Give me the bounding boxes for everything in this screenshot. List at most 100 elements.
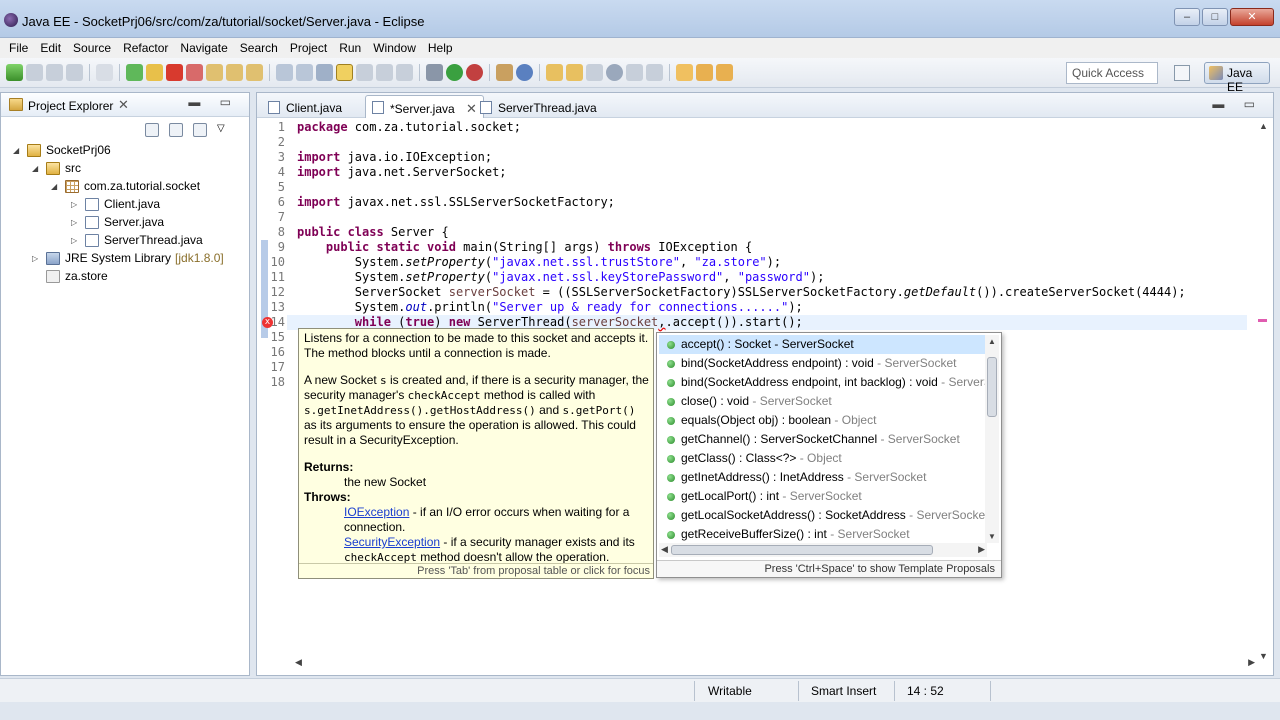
close-view-icon[interactable]: ✕ <box>118 97 129 113</box>
menu-help[interactable]: Help <box>422 41 459 55</box>
ioexception-link[interactable]: IOException <box>344 505 409 519</box>
collapsed-twisty-icon[interactable]: ▷ <box>32 254 42 263</box>
scroll-up-arrow-icon[interactable]: ▲ <box>1259 121 1268 131</box>
print-icon[interactable] <box>66 64 83 81</box>
tree-item-server-java[interactable]: ▷ Server.java <box>71 213 164 231</box>
suspend-icon[interactable] <box>146 64 163 81</box>
collapsed-twisty-icon[interactable]: ▷ <box>71 200 81 209</box>
close-window-button[interactable]: ✕ <box>1230 8 1274 26</box>
collapsed-twisty-icon[interactable]: ▷ <box>71 236 81 245</box>
forward-icon[interactable] <box>716 64 733 81</box>
coverage-icon[interactable] <box>466 64 483 81</box>
proposal-item[interactable]: getInetAddress() : InetAddress - ServerS… <box>659 468 987 487</box>
proposal-item[interactable]: getChannel() : ServerSocketChannel - Ser… <box>659 430 987 449</box>
proposal-item[interactable]: equals(Object obj) : boolean - Object <box>659 411 987 430</box>
menu-project[interactable]: Project <box>284 41 333 55</box>
scroll-right-arrow-icon[interactable]: ▶ <box>1248 657 1255 668</box>
menu-source[interactable]: Source <box>67 41 117 55</box>
new-icon[interactable] <box>6 64 23 81</box>
external-tools-icon[interactable] <box>496 64 513 81</box>
toggle-mark-occurrences-icon[interactable] <box>336 64 353 81</box>
next-annotation-icon[interactable] <box>626 64 643 81</box>
server-icon[interactable] <box>516 64 533 81</box>
proposal-item[interactable]: accept() : Socket - ServerSocket <box>659 335 987 354</box>
tree-item-package[interactable]: ◢ com.za.tutorial.socket <box>51 177 200 195</box>
view-minmax-icons[interactable]: ▬ ▭ <box>188 95 239 109</box>
error-overview-marker[interactable] <box>1258 319 1267 322</box>
open-perspective-icon[interactable] <box>1174 65 1190 81</box>
scrollbar-thumb[interactable] <box>987 357 997 417</box>
back-icon[interactable] <box>696 64 713 81</box>
menu-run[interactable]: Run <box>333 41 367 55</box>
tree-item-src[interactable]: ◢ src <box>32 159 81 177</box>
collapse-all-icon[interactable] <box>145 123 159 137</box>
editor-horizontal-scrollbar[interactable]: ◀ ▶ <box>295 657 1255 671</box>
scroll-up-arrow-icon[interactable]: ▲ <box>988 337 996 346</box>
proposal-item[interactable]: getLocalSocketAddress() : SocketAddress … <box>659 506 987 525</box>
menu-navigate[interactable]: Navigate <box>174 41 233 55</box>
proposal-item[interactable]: getLocalPort() : int - ServerSocket <box>659 487 987 506</box>
scroll-right-arrow-icon[interactable]: ▶ <box>978 544 985 555</box>
skip-breakpoints-icon[interactable] <box>96 64 113 81</box>
maximize-button[interactable]: □ <box>1202 8 1228 26</box>
link-with-editor-icon[interactable] <box>169 123 183 137</box>
proposal-item[interactable]: getClass() : Class<?> - Object <box>659 449 987 468</box>
editor-vertical-scrollbar[interactable]: ▲ ▼ <box>1257 121 1271 661</box>
word-wrap-icon[interactable] <box>396 64 413 81</box>
debug-icon[interactable] <box>426 64 443 81</box>
drop-to-frame-icon[interactable] <box>276 64 293 81</box>
scroll-down-arrow-icon[interactable]: ▼ <box>1259 651 1268 661</box>
tree-item-za-store[interactable]: za.store <box>46 267 108 285</box>
step-into-icon[interactable] <box>206 64 223 81</box>
menu-file[interactable]: File <box>3 41 34 55</box>
menu-search[interactable]: Search <box>234 41 284 55</box>
step-over-icon[interactable] <box>226 64 243 81</box>
annotation-icon[interactable] <box>606 64 623 81</box>
save-icon[interactable] <box>26 64 43 81</box>
project-explorer-title[interactable]: Project Explorer <box>28 99 113 113</box>
step-return-icon[interactable] <box>246 64 263 81</box>
tab-server-java[interactable]: *Server.java ✕ <box>365 95 484 118</box>
expanded-twisty-icon[interactable]: ◢ <box>13 146 23 155</box>
expanded-twisty-icon[interactable]: ◢ <box>32 164 42 173</box>
run-icon[interactable] <box>446 64 463 81</box>
tree-item-jre-library[interactable]: ▷ JRE System Library [jdk1.8.0] <box>32 249 224 267</box>
minimize-button[interactable]: – <box>1174 8 1200 26</box>
menu-window[interactable]: Window <box>367 41 422 55</box>
open-type-icon[interactable] <box>316 64 333 81</box>
quick-access-input[interactable]: Quick Access <box>1066 62 1158 84</box>
show-whitespace-icon[interactable] <box>376 64 393 81</box>
menu-refactor[interactable]: Refactor <box>117 41 174 55</box>
open-folder-icon[interactable] <box>546 64 563 81</box>
terminate-icon[interactable] <box>166 64 183 81</box>
disconnect-icon[interactable] <box>186 64 203 81</box>
java-ee-perspective-button[interactable]: Java EE <box>1204 62 1270 94</box>
collapsed-twisty-icon[interactable]: ▷ <box>71 218 81 227</box>
expanded-twisty-icon[interactable]: ◢ <box>51 182 61 191</box>
tree-item-serverthread-java[interactable]: ▷ ServerThread.java <box>71 231 203 249</box>
securityexception-link[interactable]: SecurityException <box>344 535 440 549</box>
save-all-icon[interactable] <box>46 64 63 81</box>
last-edit-icon[interactable] <box>676 64 693 81</box>
tab-client-java[interactable]: Client.java <box>261 95 349 118</box>
focus-icon[interactable] <box>193 123 207 137</box>
previous-annotation-icon[interactable] <box>646 64 663 81</box>
editor-minmax-icons[interactable]: ▬ ▭ <box>1212 97 1263 111</box>
scroll-down-arrow-icon[interactable]: ▼ <box>988 532 996 541</box>
search-icon[interactable] <box>586 64 603 81</box>
new-folder-icon[interactable] <box>566 64 583 81</box>
proposal-item[interactable]: close() : void - ServerSocket <box>659 392 987 411</box>
proposal-item[interactable]: bind(SocketAddress endpoint, int backlog… <box>659 373 987 392</box>
proposal-item[interactable]: bind(SocketAddress endpoint) : void - Se… <box>659 354 987 373</box>
proposal-item[interactable]: getReceiveBufferSize() : int - ServerSoc… <box>659 525 987 543</box>
block-selection-icon[interactable] <box>356 64 373 81</box>
tab-serverthread-java[interactable]: ServerThread.java <box>473 95 604 118</box>
scroll-left-arrow-icon[interactable]: ◀ <box>295 657 302 668</box>
menu-edit[interactable]: Edit <box>34 41 67 55</box>
javadoc-popup[interactable]: Listens for a connection to be made to t… <box>298 328 654 579</box>
scroll-left-arrow-icon[interactable]: ◀ <box>661 544 668 555</box>
resume-icon[interactable] <box>126 64 143 81</box>
proposal-horizontal-scrollbar[interactable]: ◀ ▶ <box>659 543 987 557</box>
view-menu-icon[interactable]: ▽ <box>217 123 231 137</box>
proposal-vertical-scrollbar[interactable]: ▲ ▼ <box>985 335 999 543</box>
